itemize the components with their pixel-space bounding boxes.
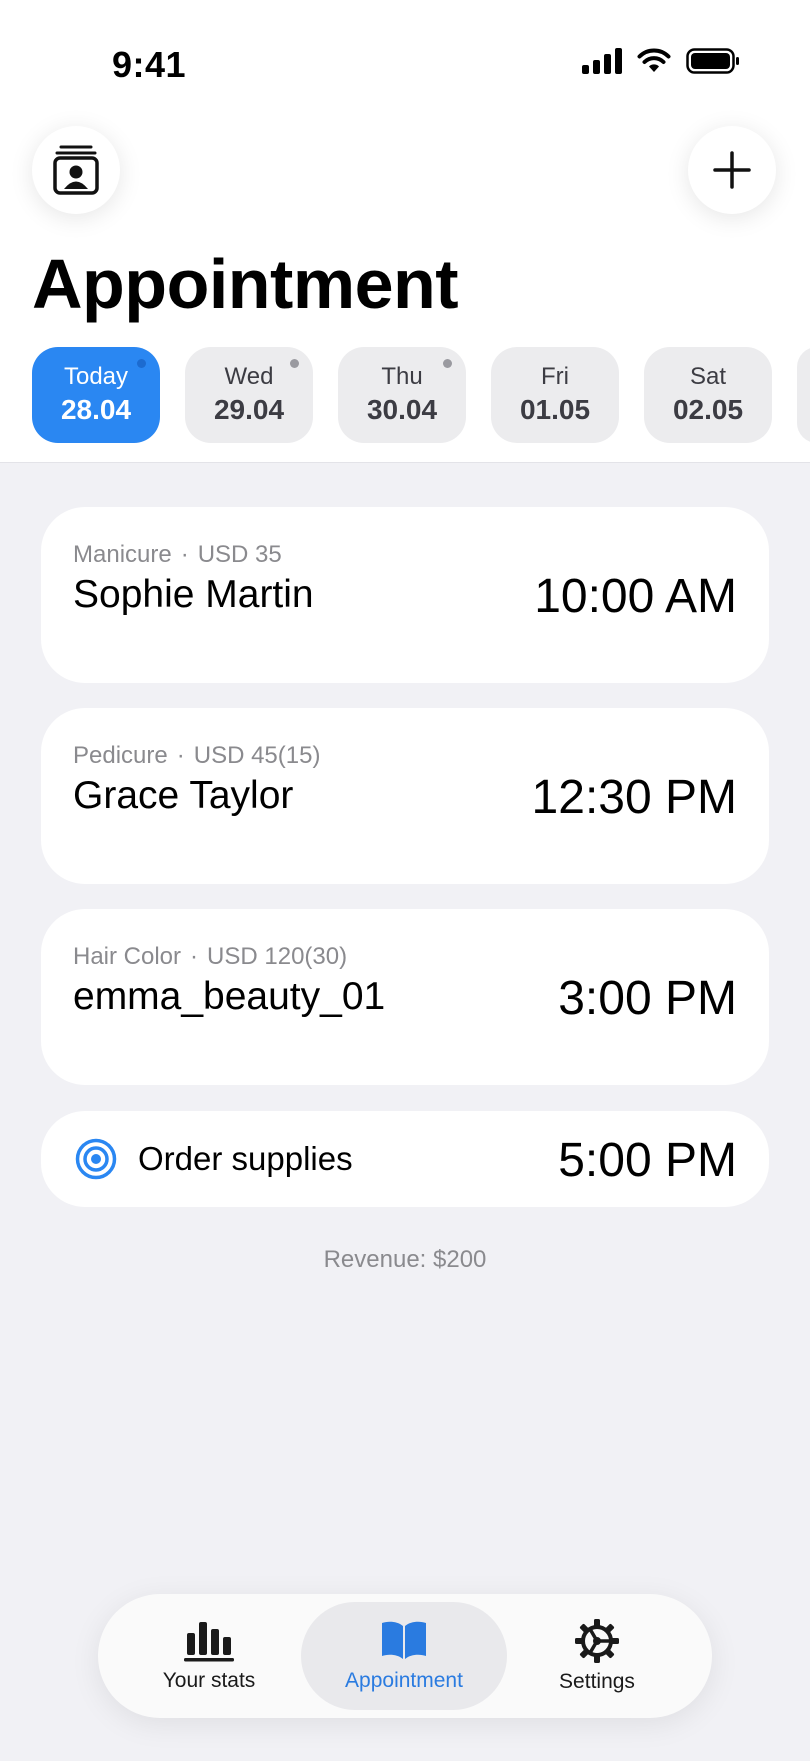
tab-label: Appointment bbox=[345, 1669, 463, 1692]
revenue-summary: Revenue: $200 bbox=[323, 1246, 487, 1273]
date-chip-day: Fri bbox=[541, 363, 569, 390]
date-chip-day: Thu bbox=[381, 363, 423, 390]
contact-card-icon bbox=[53, 145, 99, 195]
appointment-meta: Pedicure · USD 45(15) bbox=[73, 742, 321, 769]
date-chip-date: 02.05 bbox=[672, 394, 744, 425]
appointment-card[interactable]: Hair Color · USD 120(30) emma_beauty_01 3:… bbox=[41, 909, 769, 1085]
bar-chart-icon bbox=[184, 1622, 234, 1662]
service-name: Hair Color bbox=[73, 943, 182, 970]
battery-icon bbox=[686, 48, 739, 74]
date-chip-date: 29.04 bbox=[213, 394, 285, 425]
open-book-icon bbox=[382, 1621, 426, 1659]
service-price: USD 35 bbox=[197, 541, 282, 568]
cellular-signal-icon bbox=[582, 48, 622, 74]
status-icons bbox=[582, 48, 740, 74]
service-name: Manicure bbox=[73, 541, 172, 568]
date-chip-sat[interactable]: Sat 02.05 bbox=[644, 347, 772, 443]
target-icon[interactable] bbox=[75, 1138, 117, 1180]
header: 9:41 Appointment Today 28.04 Wed 29.04 T… bbox=[0, 0, 810, 463]
date-chip-date: 28.04 bbox=[60, 394, 132, 425]
add-button[interactable] bbox=[688, 126, 776, 214]
appointment-meta: Hair Color · USD 120(30) bbox=[73, 943, 348, 970]
service-price: USD 45(15) bbox=[193, 742, 321, 769]
appointment-time: 3:00 PM bbox=[558, 972, 737, 1025]
service-name: Pedicure bbox=[73, 742, 168, 769]
task-time: 5:00 PM bbox=[558, 1134, 737, 1187]
plus-icon bbox=[713, 151, 751, 189]
has-events-dot bbox=[137, 359, 146, 368]
date-chip-thu[interactable]: Thu 30.04 bbox=[338, 347, 466, 443]
tab-appointment[interactable]: Appointment bbox=[301, 1602, 507, 1710]
wifi-icon bbox=[637, 48, 671, 72]
appointment-card[interactable]: Manicure · USD 35 Sophie Martin 10:00 AM bbox=[41, 507, 769, 683]
date-chip-wed[interactable]: Wed 29.04 bbox=[185, 347, 313, 443]
date-chip-day: Wed bbox=[224, 363, 274, 390]
tab-label: Your stats bbox=[162, 1669, 256, 1692]
contacts-button[interactable] bbox=[32, 126, 120, 214]
appointment-time: 10:00 AM bbox=[534, 570, 737, 623]
client-name: emma_beauty_01 bbox=[73, 975, 386, 1018]
date-strip[interactable]: Today 28.04 Wed 29.04 Thu 30.04 Fri 01.0… bbox=[32, 347, 810, 443]
status-time: 9:41 bbox=[112, 44, 187, 85]
date-chip-day: Today bbox=[63, 363, 129, 390]
service-price: USD 120(30) bbox=[207, 943, 348, 970]
appointment-meta: Manicure · USD 35 bbox=[73, 541, 282, 568]
task-label: Order supplies bbox=[138, 1140, 353, 1177]
has-events-dot bbox=[443, 359, 452, 368]
tab-your-stats[interactable]: Your stats bbox=[106, 1602, 312, 1710]
appointment-time: 12:30 PM bbox=[531, 771, 737, 824]
date-chip-day: Sat bbox=[689, 363, 727, 390]
tab-label: Settings bbox=[559, 1670, 635, 1693]
tab-settings[interactable]: Settings bbox=[494, 1602, 700, 1710]
date-chip-date: 01.05 bbox=[519, 394, 591, 425]
date-chip-today[interactable]: Today 28.04 bbox=[32, 347, 160, 443]
tab-bar: Your stats Appointment Settings bbox=[98, 1594, 712, 1718]
page-title: Appointment bbox=[32, 245, 459, 323]
client-name: Sophie Martin bbox=[73, 573, 314, 616]
task-card[interactable]: Order supplies 5:00 PM bbox=[41, 1111, 769, 1207]
date-chip-fri[interactable]: Fri 01.05 bbox=[491, 347, 619, 443]
date-chip-date: 30.04 bbox=[366, 394, 438, 425]
appointment-card[interactable]: Pedicure · USD 45(15) Grace Taylor 12:30 P… bbox=[41, 708, 769, 884]
date-chip-next[interactable] bbox=[797, 347, 810, 443]
client-name: Grace Taylor bbox=[73, 774, 294, 817]
has-events-dot bbox=[290, 359, 299, 368]
gear-icon bbox=[575, 1619, 619, 1663]
